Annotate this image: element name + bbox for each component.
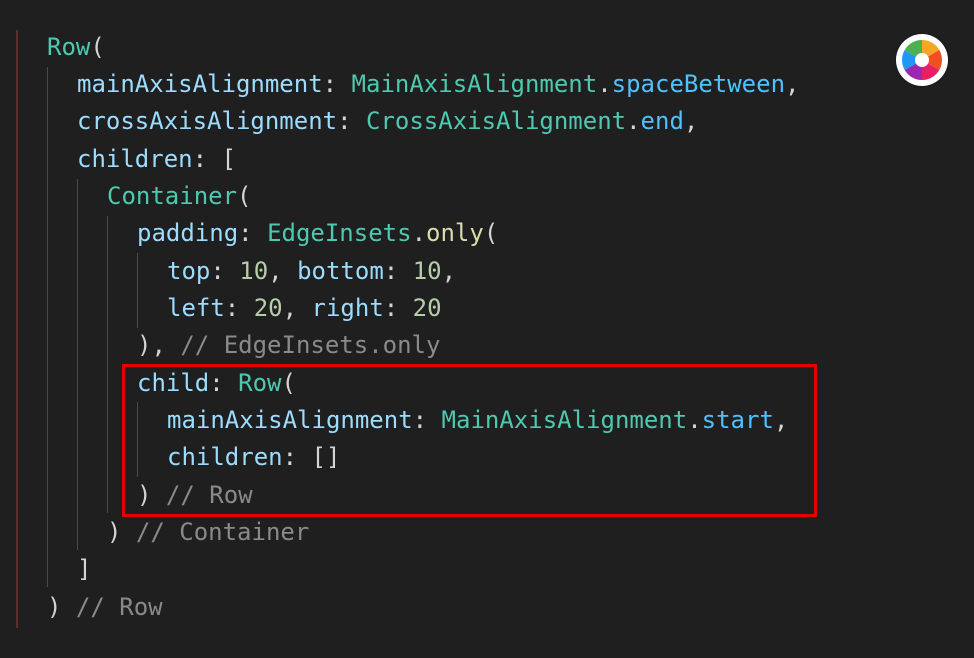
code-token: , — [683, 107, 699, 135]
code-token: . — [411, 219, 427, 247]
code-token: ( — [237, 182, 252, 210]
code-token: spaceBetween — [611, 70, 786, 98]
code-token: MainAxisAlignment — [351, 70, 598, 98]
code-line[interactable]: padding: EdgeInsets.only( — [137, 215, 498, 252]
code-line[interactable]: left: 20, right: 20 — [167, 290, 442, 327]
code-token: , — [268, 257, 298, 285]
code-token: right — [311, 294, 384, 322]
code-line[interactable]: children: [ — [77, 141, 236, 178]
code-token: , — [441, 257, 457, 285]
indent-guide — [77, 179, 78, 550]
code-token: : — [322, 70, 352, 98]
code-token: 10 — [239, 257, 269, 285]
code-token: 20 — [253, 294, 283, 322]
code-token: // Row — [75, 593, 163, 621]
code-token: : — [210, 257, 240, 285]
color-wheel-icon[interactable] — [896, 34, 948, 86]
code-token: // Container — [135, 518, 310, 546]
code-line[interactable]: ] — [77, 551, 91, 588]
gutter-marker — [16, 30, 18, 628]
code-line[interactable]: ), // EdgeInsets.only — [137, 327, 440, 364]
code-token: ), — [137, 331, 181, 359]
code-token: mainAxisAlignment — [77, 70, 323, 98]
code-token: only — [426, 219, 484, 247]
code-line[interactable]: top: 10, bottom: 10, — [167, 253, 456, 290]
code-token: Row — [47, 33, 91, 61]
code-token: // EdgeInsets.only — [180, 331, 441, 359]
code-token: ) — [47, 593, 76, 621]
code-line[interactable]: ) // Container — [107, 514, 309, 551]
code-token: : — [383, 294, 413, 322]
code-token: : — [383, 257, 413, 285]
code-token: : [ — [192, 145, 236, 173]
indent-guide — [137, 253, 138, 328]
code-editor[interactable]: Row(mainAxisAlignment: MainAxisAlignment… — [0, 0, 974, 658]
code-line[interactable]: ) // Row — [47, 589, 163, 626]
code-token: children — [77, 145, 193, 173]
code-token: , — [282, 294, 312, 322]
code-token: bottom — [297, 257, 384, 285]
code-line[interactable]: Row( — [47, 29, 105, 66]
code-token: : — [337, 107, 366, 135]
code-token: 10 — [412, 257, 442, 285]
code-token: padding — [137, 219, 239, 247]
code-token: , — [785, 70, 800, 98]
code-token: crossAxisAlignment — [77, 107, 338, 135]
code-token: : — [224, 294, 254, 322]
code-token: ) — [107, 518, 136, 546]
code-line[interactable]: Container( — [107, 178, 252, 215]
highlight-box — [122, 364, 817, 517]
code-token: : — [238, 219, 268, 247]
code-token: left — [167, 294, 225, 322]
code-line[interactable]: mainAxisAlignment: MainAxisAlignment.spa… — [77, 66, 799, 103]
indent-guide — [47, 67, 48, 587]
code-token: top — [167, 257, 211, 285]
code-token: ( — [90, 33, 105, 61]
code-line[interactable]: crossAxisAlignment: CrossAxisAlignment.e… — [77, 103, 698, 140]
code-token: ( — [483, 219, 499, 247]
code-token: ] — [77, 555, 92, 583]
code-token: Container — [107, 182, 238, 210]
code-token: . — [626, 107, 641, 135]
code-token: end — [640, 107, 684, 135]
code-token: 20 — [412, 294, 442, 322]
indent-guide — [107, 216, 108, 513]
color-wheel-icon-graphic — [902, 40, 942, 80]
code-token: . — [597, 70, 612, 98]
code-token: EdgeInsets — [267, 219, 412, 247]
code-token: CrossAxisAlignment — [366, 107, 627, 135]
